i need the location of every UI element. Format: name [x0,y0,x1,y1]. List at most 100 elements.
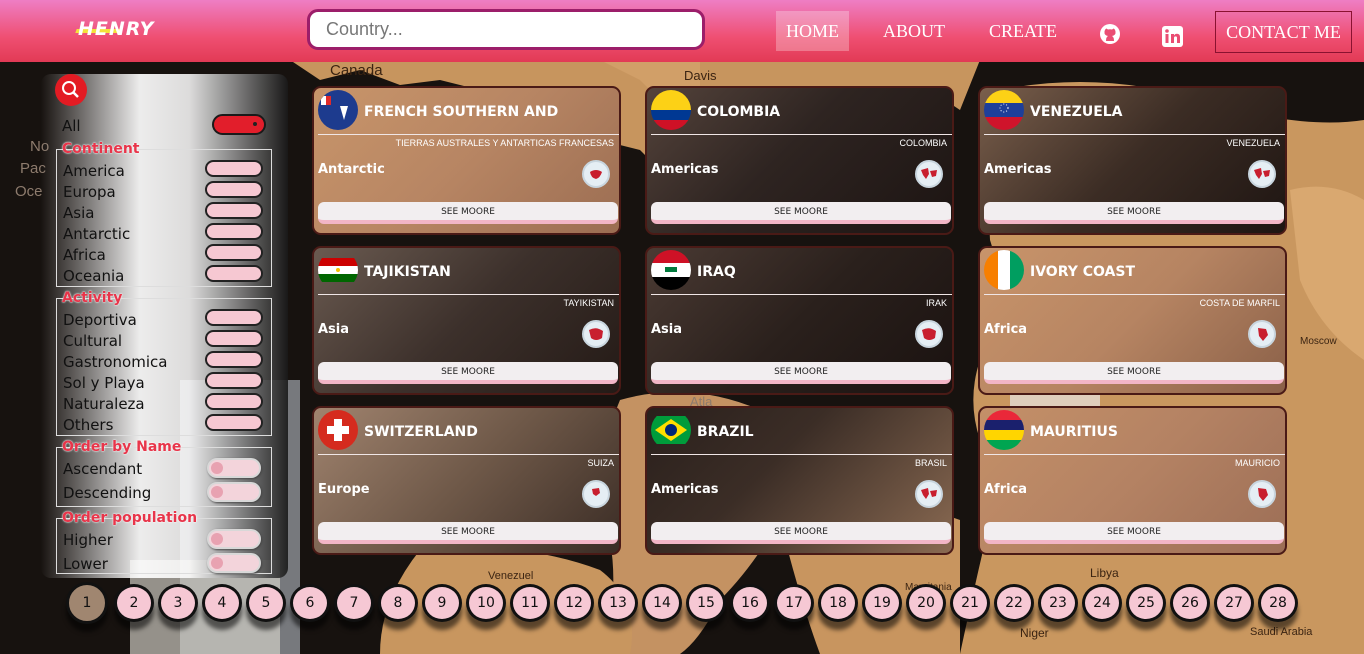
brazil-flag [651,410,691,450]
toggle-sol-y-playa[interactable] [205,372,263,389]
card-divider [651,134,952,135]
page-button-current[interactable]: 1 [66,582,108,624]
mauritius-flag [984,410,1024,450]
country-name: FRENCH SOUTHERN AND [364,104,559,120]
toggle-oceania[interactable] [205,265,263,282]
toggle-others[interactable] [205,414,263,431]
github-icon[interactable] [1098,20,1122,44]
country-name: IVORY COAST [1030,264,1135,280]
activity-option-label: Deportiva [63,311,137,329]
map-label: Canada [330,62,383,79]
page-button[interactable]: 10 [466,584,506,622]
card-divider [318,294,619,295]
page-button[interactable]: 22 [994,584,1034,622]
country-search-input[interactable] [307,9,705,50]
country-card[interactable]: VENEZUELA VENEZUELA Americas SEE MOORE [978,86,1287,235]
henry-logo[interactable]: HENRY [78,18,154,40]
continent-globe-icon [1248,160,1276,188]
order-population-heading: Order population [62,510,198,526]
page-button[interactable]: 15 [686,584,726,622]
country-name: MAURITIUS [1030,424,1118,440]
page-button[interactable]: 9 [422,584,462,622]
page-button[interactable]: 18 [818,584,858,622]
toggle-ascendant[interactable] [207,458,261,478]
continent-globe-icon [915,480,943,508]
country-continent: Asia [651,322,683,337]
continent-globe-icon [582,160,610,188]
see-more-button[interactable]: SEE MOORE [318,362,618,384]
see-more-button[interactable]: SEE MOORE [651,202,951,224]
see-more-button[interactable]: SEE MOORE [651,362,951,384]
toggle-asia[interactable] [205,202,263,219]
toggle-naturaleza[interactable] [205,393,263,410]
nav-create-link[interactable]: CREATE [978,11,1068,51]
nav-about-link[interactable]: ABOUT [872,11,956,51]
page-button[interactable]: 21 [950,584,990,622]
page-button[interactable]: 4 [202,584,242,622]
page-button[interactable]: 25 [1126,584,1166,622]
page-button[interactable]: 23 [1038,584,1078,622]
country-continent: Africa [984,322,1028,337]
page-button[interactable]: 14 [642,584,682,622]
see-more-button[interactable]: SEE MOORE [318,522,618,544]
see-more-button[interactable]: SEE MOORE [318,202,618,224]
page-button[interactable]: 8 [378,584,418,622]
country-native-name: BRASIL [914,458,947,468]
page-button[interactable]: 2 [114,584,154,622]
country-card[interactable]: SWITZERLAND SUIZA Europe SEE MOORE [312,406,621,555]
page-button[interactable]: 19 [862,584,902,622]
page-button[interactable]: 6 [290,584,330,622]
see-more-button[interactable]: SEE MOORE [984,202,1284,224]
country-name: IRAQ [697,264,736,280]
country-card[interactable]: TAJIKISTAN TAYIKISTAN Asia SEE MOORE [312,246,621,395]
country-card[interactable]: FRENCH SOUTHERN AND TIERRAS AUSTRALES Y … [312,86,621,235]
page-button[interactable]: 24 [1082,584,1122,622]
country-card[interactable]: IRAQ IRAK Asia SEE MOORE [645,246,954,395]
toggle-higher[interactable] [207,529,261,549]
order-name-heading: Order by Name [62,439,182,455]
toggle-africa[interactable] [205,244,263,261]
map-label: Moscow [1300,336,1337,347]
country-continent: Europe [318,482,370,497]
toggle-gastronomica[interactable] [205,351,263,368]
page-button[interactable]: 7 [334,584,374,622]
toggle-europa[interactable] [205,181,263,198]
page-button[interactable]: 5 [246,584,286,622]
activity-option-label: Sol y Playa [63,374,145,392]
nav-home-link[interactable]: HOME [776,11,849,51]
toggle-descending[interactable] [207,482,261,502]
see-more-button[interactable]: SEE MOORE [651,522,951,544]
toggle-deportiva[interactable] [205,309,263,326]
activity-option-label: Others [63,416,114,434]
page-button[interactable]: 12 [554,584,594,622]
contact-me-button[interactable]: CONTACT ME [1215,11,1352,53]
country-card[interactable]: IVORY COAST COSTA DE MARFIL Africa SEE M… [978,246,1287,395]
country-card[interactable]: MAURITIUS MAURICIO Africa SEE MOORE [978,406,1287,555]
country-native-name: SUIZA [587,458,614,468]
page-button[interactable]: 27 [1214,584,1254,622]
page-button[interactable]: 17 [774,584,814,622]
country-native-name: COLOMBIA [899,138,947,148]
search-icon[interactable] [55,74,87,106]
page-button[interactable]: 28 [1258,584,1298,622]
order-option-label: Lower [63,555,108,573]
page-button[interactable]: 11 [510,584,550,622]
page-button[interactable]: 3 [158,584,198,622]
country-card[interactable]: COLOMBIA COLOMBIA Americas SEE MOORE [645,86,954,235]
toggle-cultural[interactable] [205,330,263,347]
all-toggle[interactable] [212,114,266,135]
page-button[interactable]: 26 [1170,584,1210,622]
see-more-button[interactable]: SEE MOORE [984,362,1284,384]
map-label: Oce [15,183,43,200]
toggle-america[interactable] [205,160,263,177]
country-name: TAJIKISTAN [364,264,451,280]
toggle-lower[interactable] [207,553,261,573]
toggle-antarctic[interactable] [205,223,263,240]
country-card[interactable]: BRAZIL BRASIL Americas SEE MOORE [645,406,954,555]
page-button[interactable]: 13 [598,584,638,622]
linkedin-icon[interactable] [1162,21,1183,47]
see-more-button[interactable]: SEE MOORE [984,522,1284,544]
page-button[interactable]: 16 [730,584,770,622]
country-native-name: COSTA DE MARFIL [1199,298,1280,308]
page-button[interactable]: 20 [906,584,946,622]
